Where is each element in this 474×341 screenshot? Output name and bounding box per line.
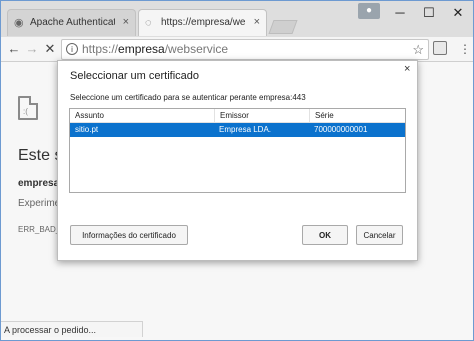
tab-title: https://empresa/webserv xyxy=(161,17,246,28)
new-tab-button[interactable] xyxy=(268,20,298,34)
certificate-table: Assunto Emissor Série sitio.pt Empresa L… xyxy=(69,108,406,193)
minimize-button[interactable]: ─ xyxy=(385,1,415,25)
forward-button[interactable]: → xyxy=(23,40,41,58)
cancel-button[interactable]: Cancelar xyxy=(356,225,403,245)
cell-issuer: Empresa LDA. xyxy=(219,125,272,134)
menu-icon[interactable]: ⋮ xyxy=(459,41,471,57)
extension-icon[interactable] xyxy=(433,41,447,55)
dialog-title: Seleccionar um certificado xyxy=(70,70,200,82)
close-window-button[interactable]: ✕ xyxy=(443,1,473,25)
url-scheme: https:// xyxy=(82,42,119,56)
url-host: empresa xyxy=(118,42,165,56)
column-issuer[interactable]: Emissor xyxy=(214,109,309,122)
dialog-subtitle: Seleccione um certificado para se autent… xyxy=(70,93,306,102)
url-path: /webservice xyxy=(164,42,229,56)
tab-title: Apache Authentication w xyxy=(30,17,115,28)
column-serial[interactable]: Série xyxy=(309,109,405,122)
stop-button[interactable]: ✕ xyxy=(41,40,59,58)
error-host: empresa xyxy=(18,178,60,189)
title-bar: ◉ Apache Authentication w × ◌ https://em… xyxy=(1,1,473,37)
info-icon[interactable]: i xyxy=(66,43,78,55)
tab-close-icon[interactable]: × xyxy=(254,16,260,28)
sad-page-icon: :( xyxy=(18,96,38,120)
cell-subject: sitio.pt xyxy=(75,125,99,134)
certificate-info-button[interactable]: Informações do certificado xyxy=(70,225,188,245)
browser-toolbar: ← → ✕ i https://empresa/webservice ☆ ⋮ xyxy=(1,37,473,62)
address-bar[interactable]: i https://empresa/webservice ☆ xyxy=(61,39,429,60)
tab-close-icon[interactable]: × xyxy=(123,16,129,28)
table-row[interactable]: sitio.pt Empresa LDA. 700000000001 xyxy=(70,123,405,137)
table-header: Assunto Emissor Série xyxy=(70,109,405,123)
dialog-close-icon[interactable]: × xyxy=(404,64,410,75)
column-subject[interactable]: Assunto xyxy=(70,109,214,122)
tab-apache-authentication[interactable]: ◉ Apache Authentication w × xyxy=(7,9,136,36)
back-button[interactable]: ← xyxy=(5,40,23,58)
loading-icon: ◌ xyxy=(145,17,152,29)
maximize-button[interactable]: ☐ xyxy=(414,1,444,25)
tab-webservice[interactable]: ◌ https://empresa/webserv × xyxy=(138,9,267,36)
certificate-dialog: Seleccionar um certificado × Seleccione … xyxy=(57,60,418,261)
ok-button[interactable]: OK xyxy=(302,225,348,245)
bookmark-star-icon[interactable]: ☆ xyxy=(412,40,424,59)
cell-serial: 700000000001 xyxy=(314,125,368,134)
eye-icon: ◉ xyxy=(14,17,24,29)
browser-window: ◉ Apache Authentication w × ◌ https://em… xyxy=(0,0,474,341)
error-suggestion: Experime xyxy=(18,198,61,209)
status-bar: A processar o pedido... xyxy=(1,321,143,337)
error-title: Este s xyxy=(18,147,63,164)
sad-face: :( xyxy=(23,107,28,116)
address-url: https://empresa/webservice xyxy=(82,40,228,59)
profile-icon[interactable]: ● xyxy=(358,3,380,19)
